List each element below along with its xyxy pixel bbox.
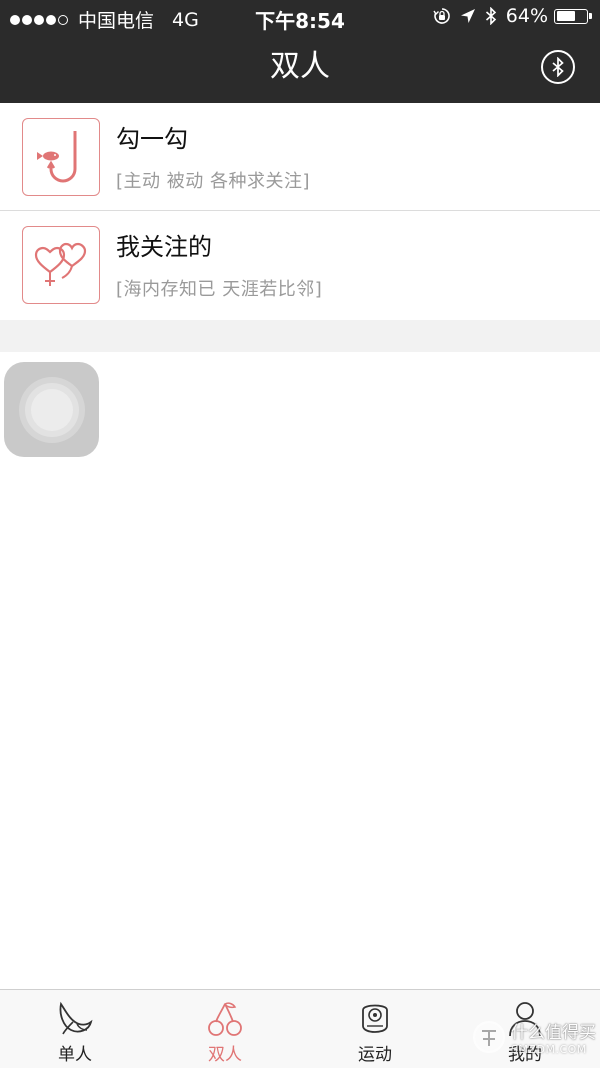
tab-couple[interactable]: 双人 [150, 990, 300, 1068]
list-item-title: 我关注的 [116, 233, 212, 261]
battery-tip [589, 13, 592, 19]
list-item-subtitle: [主动 被动 各种求关注] [116, 171, 310, 192]
cherry-icon [205, 1000, 245, 1038]
status-bar: 中国电信 4G 下午8:54 64% [0, 0, 600, 34]
screen: 中国电信 4G 下午8:54 64% 双人 勾一勾 [主动 被动 各种求关注] … [0, 0, 600, 1068]
assistive-touch-core [30, 388, 73, 431]
battery-percent: 64% [505, 5, 548, 27]
list-item-following[interactable]: 我关注的 [海内存知已 天涯若比邻] [0, 211, 600, 318]
heart-balloons-icon [22, 226, 100, 304]
page-title: 双人 [270, 49, 330, 84]
watermark-logo-icon [473, 1021, 505, 1053]
header: 中国电信 4G 下午8:54 64% 双人 [0, 0, 600, 103]
tab-solo[interactable]: 单人 [0, 990, 150, 1068]
tab-label: 单人 [58, 1045, 92, 1065]
list-item-subtitle: [海内存知已 天涯若比邻] [116, 279, 323, 300]
status-right: 64% [424, 5, 592, 27]
feature-list: 勾一勾 [主动 被动 各种求关注] 我关注的 [海内存知已 天涯若比邻] [0, 103, 600, 318]
watermark-main: 什么值得买 [511, 1023, 596, 1043]
watermark-sub: SMZDM.COM [511, 1043, 587, 1056]
list-item-title: 勾一勾 [116, 125, 188, 153]
tab-sport[interactable]: 运动 [300, 990, 450, 1068]
banana-icon [55, 1000, 95, 1038]
watermark-text: 什么值得买 SMZDM.COM [511, 1018, 596, 1056]
assistive-touch-ring [18, 376, 85, 443]
bluetooth-icon [485, 7, 497, 25]
list-item-hook[interactable]: 勾一勾 [主动 被动 各种求关注] [0, 103, 600, 211]
tab-label: 运动 [358, 1045, 392, 1065]
watermark: 什么值得买 SMZDM.COM [471, 1018, 596, 1056]
assistive-touch-button[interactable] [4, 362, 99, 457]
orientation-lock-icon [433, 7, 451, 25]
tab-label: 双人 [208, 1045, 242, 1065]
bluetooth-button[interactable] [541, 50, 575, 84]
assistive-touch-ring [24, 382, 79, 437]
location-arrow-icon [460, 8, 476, 24]
toy-icon [355, 1000, 395, 1038]
section-divider [0, 320, 600, 352]
battery-level [556, 11, 575, 21]
bluetooth-icon [552, 57, 564, 77]
battery-icon [554, 8, 588, 24]
fish-hook-icon [22, 118, 100, 196]
